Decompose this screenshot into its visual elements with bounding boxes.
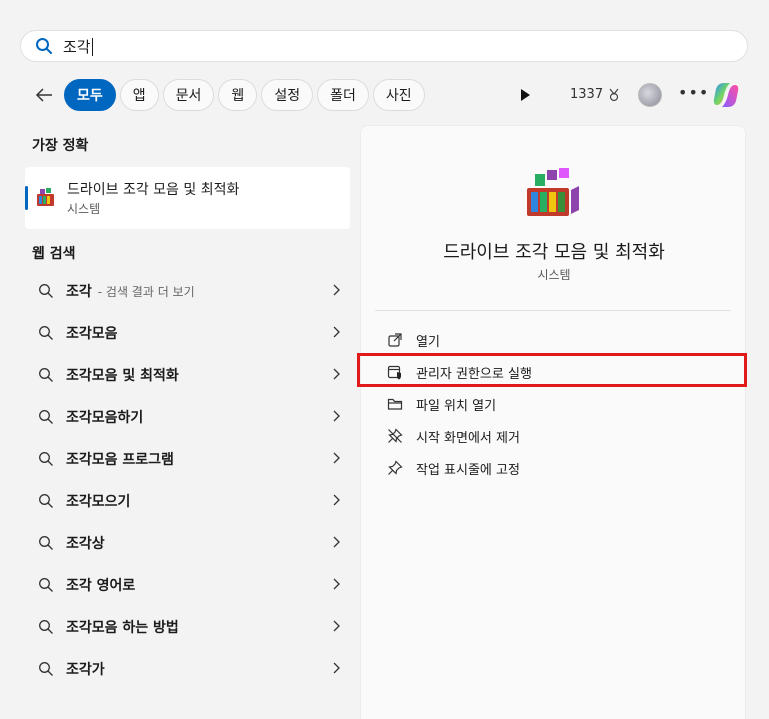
list-item[interactable]: 조각모음 하는 방법: [20, 606, 350, 648]
chevron-right-icon: [333, 578, 340, 590]
list-item[interactable]: 조각모음 및 최적화: [20, 354, 350, 396]
chevron-right-icon: [333, 326, 340, 338]
list-item[interactable]: 조각모음하기: [20, 396, 350, 438]
search-icon: [39, 536, 53, 550]
search-icon: [39, 410, 53, 424]
more-options-button[interactable]: •••: [678, 83, 709, 102]
chevron-right-icon: [333, 410, 340, 422]
chevron-right-icon: [333, 620, 340, 632]
action-label: 파일 위치 열기: [416, 398, 497, 414]
tab-settings[interactable]: 설정: [261, 79, 314, 111]
medal-icon: [609, 88, 619, 101]
search-box[interactable]: 조각: [20, 30, 748, 62]
chevron-right-icon: [333, 284, 340, 296]
highlight-box: [357, 353, 747, 387]
avatar[interactable]: [638, 83, 662, 107]
list-item[interactable]: 조각모으기: [20, 480, 350, 522]
search-icon: [39, 284, 53, 298]
search-icon: [39, 326, 53, 340]
tab-photos[interactable]: 사진: [372, 79, 425, 111]
search-icon: [39, 368, 53, 382]
action-label: 작업 표시줄에 고정: [416, 462, 520, 478]
chevron-right-icon: [333, 494, 340, 506]
best-match-title: 드라이브 조각 모음 및 최적화: [67, 182, 240, 198]
action-label: 시작 화면에서 제거: [416, 430, 520, 446]
chevron-right-icon: [333, 536, 340, 548]
best-match-heading: 가장 정확: [32, 138, 89, 154]
action-label: 열기: [416, 334, 440, 350]
detail-title: 드라이브 조각 모음 및 최적화: [443, 242, 665, 263]
open-external-icon: [388, 333, 402, 347]
pin-to-taskbar-action[interactable]: 작업 표시줄에 고정: [387, 457, 520, 479]
list-item[interactable]: 조각 영어로: [20, 564, 350, 606]
play-icon[interactable]: [518, 87, 532, 103]
web-search-heading: 웹 검색: [32, 246, 76, 262]
back-arrow-icon: [35, 88, 52, 102]
list-item[interactable]: 조각상: [20, 522, 350, 564]
tab-all[interactable]: 모두: [64, 79, 116, 111]
open-action[interactable]: 열기: [387, 329, 440, 351]
filter-bar: 모두 앱 문서 웹 설정 폴더 사진 1337 •••: [30, 79, 755, 111]
list-item[interactable]: 조각가: [20, 648, 350, 690]
chevron-right-icon: [333, 452, 340, 464]
search-icon: [39, 452, 53, 466]
detail-subtitle: 시스템: [537, 268, 571, 282]
search-icon: [36, 38, 52, 54]
list-item[interactable]: 조각모음 프로그램: [20, 438, 350, 480]
points-value: 1337: [570, 87, 604, 102]
detail-pane: 드라이브 조각 모음 및 최적화 시스템 열기 관리자 권한으로 실행 파일 위…: [360, 125, 746, 719]
copilot-icon[interactable]: [710, 79, 742, 111]
search-input[interactable]: 조각: [63, 36, 93, 57]
chevron-right-icon: [333, 662, 340, 674]
search-icon: [39, 620, 53, 634]
open-file-location-action[interactable]: 파일 위치 열기: [387, 393, 496, 415]
search-icon: [39, 662, 53, 676]
search-icon: [39, 494, 53, 508]
tab-apps[interactable]: 앱: [119, 79, 159, 111]
tab-web[interactable]: 웹: [218, 79, 258, 111]
tab-documents[interactable]: 문서: [162, 79, 215, 111]
selection-indicator: [25, 186, 28, 210]
unpin-from-start-action[interactable]: 시작 화면에서 제거: [387, 425, 520, 447]
best-match-item[interactable]: 드라이브 조각 모음 및 최적화 시스템: [25, 167, 350, 229]
unpin-icon: [388, 428, 403, 443]
divider: [375, 310, 731, 311]
best-match-subtitle: 시스템: [67, 202, 101, 216]
list-item[interactable]: 조각 - 검색 결과 더 보기: [20, 270, 350, 312]
back-button[interactable]: [30, 81, 58, 109]
list-item[interactable]: 조각모음: [20, 312, 350, 354]
pin-icon: [388, 460, 403, 475]
defrag-app-large-icon: [527, 168, 579, 216]
tab-folders[interactable]: 폴더: [317, 79, 369, 111]
search-icon: [39, 578, 53, 592]
defrag-app-icon: [37, 188, 54, 206]
web-search-list: 조각 - 검색 결과 더 보기 조각모음 조각모음 및 최적화 조각모음하기 조각…: [20, 270, 350, 690]
folder-icon: [387, 398, 403, 410]
rewards-points[interactable]: 1337: [570, 87, 621, 102]
chevron-right-icon: [333, 368, 340, 380]
